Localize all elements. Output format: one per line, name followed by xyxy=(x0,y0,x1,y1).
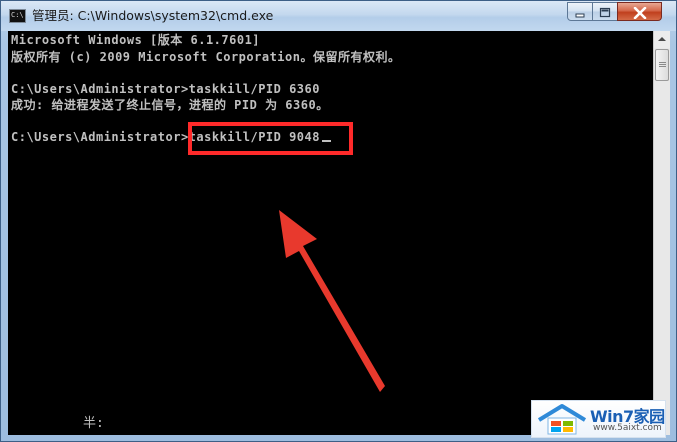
close-button[interactable] xyxy=(617,2,662,21)
watermark-url: www.5aixt.com xyxy=(593,423,662,433)
arrow-up-icon xyxy=(658,37,666,41)
console-line: C:\Users\Administrator>taskkill/PID 6360 xyxy=(11,82,320,96)
ime-status: 半: xyxy=(83,416,104,431)
console-line: 成功: 给进程发送了终止信号，进程的 PID 为 6360。 xyxy=(11,98,329,112)
maximize-button[interactable] xyxy=(592,2,618,21)
site-watermark: Win7家园 www.5aixt.com xyxy=(531,400,666,438)
minimize-button[interactable] xyxy=(567,2,593,21)
cmd-icon[interactable] xyxy=(9,9,26,23)
highlight-box xyxy=(188,122,353,155)
console-line: 版权所有 (c) 2009 Microsoft Corporation。保留所有… xyxy=(11,50,401,64)
window-title: 管理员: C:\Windows\system32\cmd.exe xyxy=(32,8,274,23)
house-logo-icon xyxy=(537,404,587,435)
title-bar[interactable]: 管理员: C:\Windows\system32\cmd.exe xyxy=(1,1,676,31)
console-output[interactable]: Microsoft Windows [版本 6.1.7601] 版权所有 (c)… xyxy=(8,31,653,435)
close-icon xyxy=(618,3,661,20)
minimize-icon xyxy=(568,3,592,20)
vertical-scrollbar[interactable] xyxy=(653,31,670,435)
scroll-up-button[interactable] xyxy=(654,31,670,48)
maximize-icon xyxy=(593,3,617,20)
scroll-thumb[interactable] xyxy=(655,49,669,81)
cmd-window: 管理员: C:\Windows\system32\cmd.exe Microso… xyxy=(0,0,677,442)
console-line: Microsoft Windows [版本 6.1.7601] xyxy=(11,33,261,47)
